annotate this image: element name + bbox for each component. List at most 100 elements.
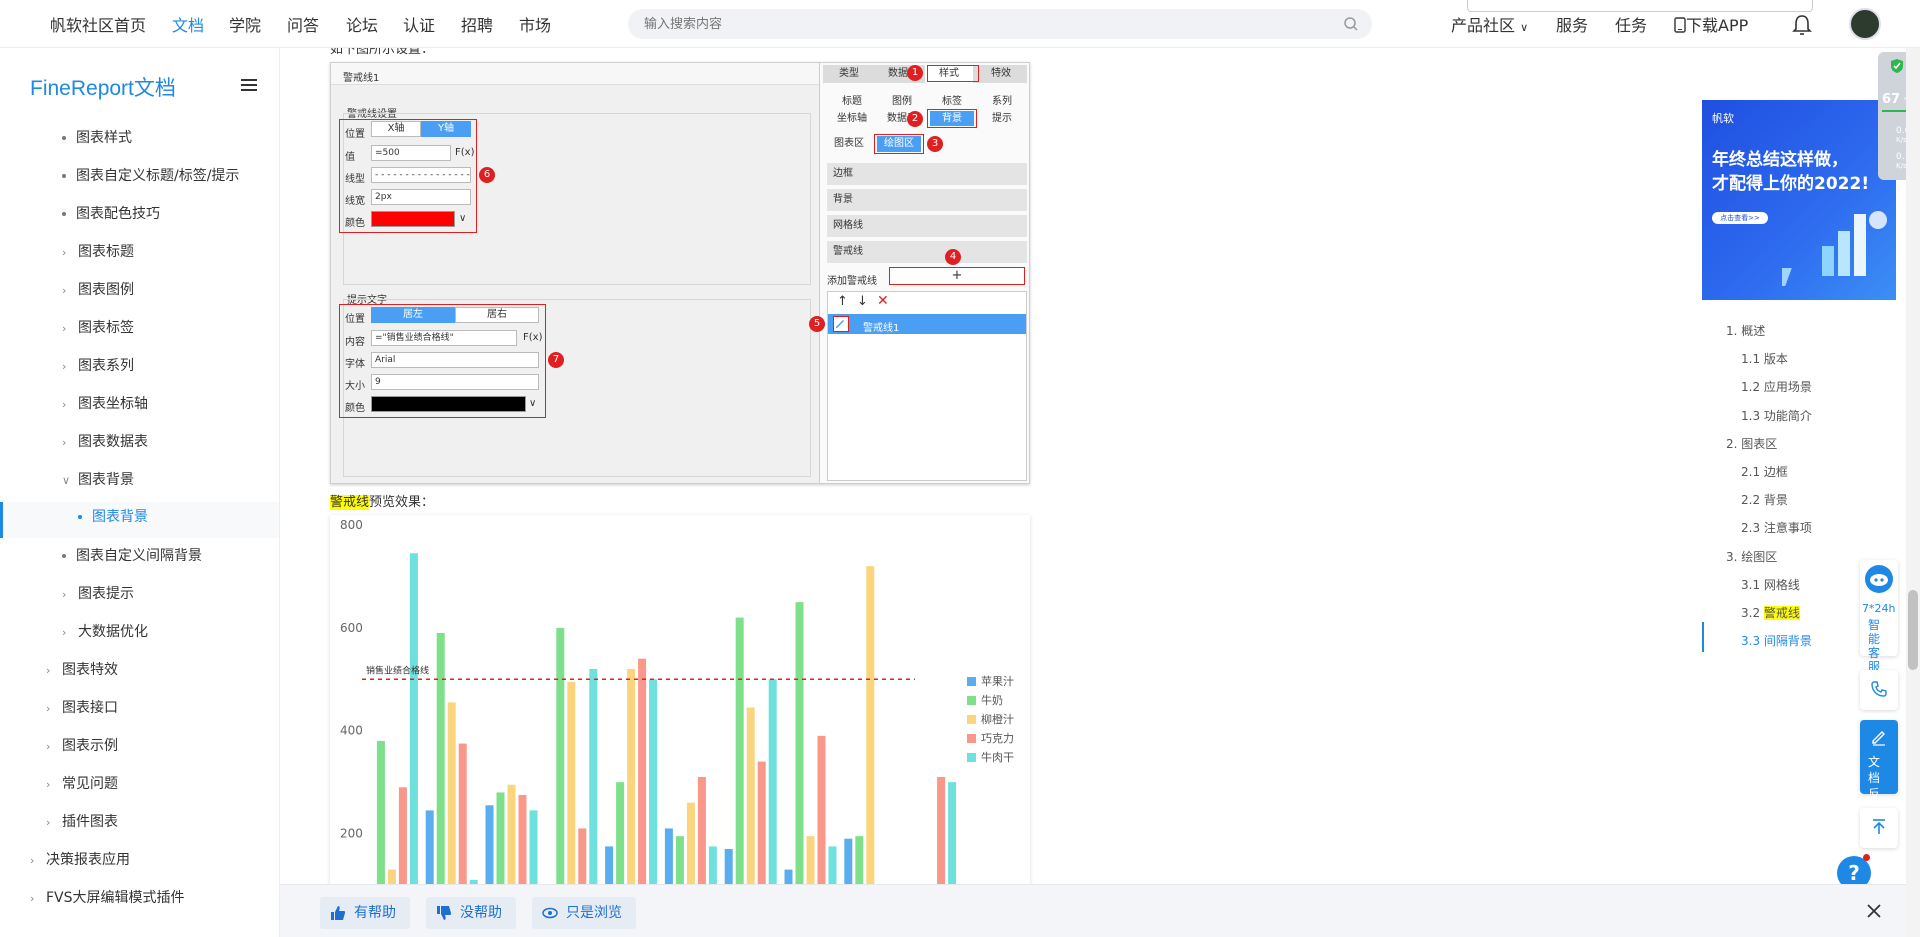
smart-service-button[interactable]: 7*24h 智能客服: [1860, 560, 1898, 674]
back-to-top-button[interactable]: [1860, 808, 1898, 848]
sidebar-item[interactable]: 图表配色技巧: [62, 203, 160, 223]
toc-item[interactable]: 2.3 注意事项: [1741, 519, 1812, 536]
pos-y-option[interactable]: Y轴: [421, 121, 471, 137]
value-field[interactable]: =500: [371, 145, 451, 161]
sidebar-item[interactable]: 图表自定义间隔背景: [62, 545, 202, 565]
not-helpful-button[interactable]: 没帮助: [426, 897, 516, 929]
toc-item[interactable]: 3. 绘图区: [1726, 548, 1777, 565]
move-up-icon[interactable]: ↑: [837, 294, 848, 309]
edit-icon[interactable]: [833, 316, 849, 332]
sidebar-item[interactable]: ∨ 图表背景: [62, 469, 134, 489]
ad-cta[interactable]: 点击查看>>: [1712, 212, 1768, 224]
search-input[interactable]: [642, 9, 1322, 39]
toc-item[interactable]: 1.2 应用场景: [1741, 378, 1812, 395]
sidebar-item[interactable]: › 插件图表: [46, 811, 118, 831]
nav-service[interactable]: 服务: [1556, 12, 1588, 36]
nav-qa[interactable]: 问答: [287, 12, 319, 36]
tab-effect[interactable]: 特效: [977, 65, 1025, 83]
just-browsing-button[interactable]: 只是浏览: [532, 897, 636, 929]
sidebar-item[interactable]: › 决策报表应用: [30, 849, 130, 869]
scrollbar-thumb[interactable]: [1908, 590, 1918, 670]
move-down-icon[interactable]: ↓: [857, 294, 868, 309]
section-warning-line[interactable]: 警戒线: [827, 241, 1027, 263]
linewidth-stepper[interactable]: 2px: [371, 189, 471, 205]
chevron-down-icon[interactable]: ∨: [529, 398, 536, 409]
subtab-axis[interactable]: 坐标轴: [827, 110, 877, 128]
subtab-legend[interactable]: 图例: [877, 93, 927, 111]
sidebar-item[interactable]: 图表自定义标题/标签/提示: [62, 165, 239, 185]
toc-item[interactable]: 1.1 版本: [1741, 350, 1788, 367]
menu-icon[interactable]: [241, 78, 257, 92]
section-background[interactable]: 背景: [827, 189, 1027, 211]
fx-button-2[interactable]: F(x): [523, 332, 542, 343]
sidebar-item[interactable]: › 图表数据表: [62, 431, 148, 451]
warn-line-color-swatch[interactable]: [371, 211, 455, 227]
pos-x-option[interactable]: X轴: [371, 121, 421, 137]
nav-product-community[interactable]: 产品社区 ∨: [1451, 12, 1528, 36]
nav-download-app[interactable]: 下载APP: [1674, 12, 1748, 36]
tip-color-swatch[interactable]: [371, 396, 526, 412]
doc-feedback-button[interactable]: 文档反馈: [1860, 720, 1898, 817]
search-box[interactable]: [628, 9, 1372, 39]
add-warning-button[interactable]: +: [889, 267, 1025, 285]
sidebar-item[interactable]: › 图表图例: [62, 279, 134, 299]
toc-item[interactable]: 3.2 警戒线: [1741, 604, 1800, 621]
linetype-select[interactable]: - - - - - - - - - - - - - - - -: [371, 167, 471, 183]
nav-tasks[interactable]: 任务: [1615, 12, 1647, 36]
sidebar-item[interactable]: › 图表接口: [46, 697, 118, 717]
toc-item[interactable]: 1. 概述: [1726, 322, 1765, 339]
nav-jobs[interactable]: 招聘: [461, 12, 493, 36]
toc-item[interactable]: 2.1 边框: [1741, 463, 1788, 480]
subtab-series[interactable]: 系列: [977, 93, 1027, 111]
fx-button[interactable]: F(x): [455, 147, 474, 158]
bullet-dot-icon: [62, 554, 66, 558]
toc-item[interactable]: 2. 图表区: [1726, 435, 1777, 452]
subtab-tooltip[interactable]: 提示: [977, 110, 1027, 128]
bar: [589, 669, 598, 885]
tip-pos-right[interactable]: 居右: [455, 307, 539, 323]
page-scrollbar[interactable]: [1906, 48, 1920, 937]
nav-academy[interactable]: 学院: [229, 12, 261, 36]
delete-icon[interactable]: ✕: [877, 293, 889, 309]
bell-icon[interactable]: [1792, 14, 1812, 36]
font-select[interactable]: Arial: [371, 352, 539, 368]
nav-docs[interactable]: 文档: [172, 12, 204, 36]
sidebar-item[interactable]: › 大数据优化: [62, 621, 148, 641]
sidebar-item[interactable]: 图表样式: [62, 127, 132, 147]
nav-forum[interactable]: 论坛: [346, 12, 378, 36]
nav-market[interactable]: 市场: [519, 12, 551, 36]
sidebar-item[interactable]: › 图表示例: [46, 735, 118, 755]
content-field[interactable]: ="销售业绩合格线": [371, 330, 517, 346]
nav-home[interactable]: 帆软社区首页: [50, 12, 146, 36]
nav-certification[interactable]: 认证: [403, 12, 435, 36]
sidebar-item[interactable]: › 图表系列: [62, 355, 134, 375]
warning-list-item[interactable]: [828, 314, 1026, 334]
tip-pos-left[interactable]: 居左: [371, 307, 455, 323]
sidebar-item[interactable]: › 图表坐标轴: [62, 393, 148, 413]
toc-item[interactable]: 3.3 间隔背景: [1741, 632, 1812, 649]
toc-item[interactable]: 3.1 网格线: [1741, 576, 1800, 593]
tab-type[interactable]: 类型: [825, 65, 873, 83]
area-chart-tab[interactable]: 图表区: [827, 135, 871, 153]
sidebar-item[interactable]: › 常见问题: [46, 773, 118, 793]
section-border[interactable]: 边框: [827, 163, 1027, 185]
size-select[interactable]: 9: [371, 374, 539, 390]
close-icon[interactable]: [1866, 903, 1882, 919]
section-gridline[interactable]: 网格线: [827, 215, 1027, 237]
sidebar-item[interactable]: › 图表标签: [62, 317, 134, 337]
sidebar-item[interactable]: › FVS大屏编辑模式插件: [30, 887, 185, 907]
search-icon[interactable]: [1342, 15, 1360, 33]
sidebar-brand[interactable]: FineReport文档: [30, 72, 176, 102]
sidebar-item[interactable]: › 图表提示: [62, 583, 134, 603]
sidebar-item[interactable]: › 图表标题: [62, 241, 134, 261]
subtab-title[interactable]: 标题: [827, 93, 877, 111]
promo-banner[interactable]: 帆软 年终总结这样做， 才配得上你的2022! 点击查看>>: [1702, 100, 1896, 300]
helpful-button[interactable]: 有帮助: [320, 897, 410, 929]
toc-item[interactable]: 1.3 功能简介: [1741, 407, 1812, 424]
sidebar-item[interactable]: 图表背景: [78, 506, 148, 526]
chevron-down-icon[interactable]: ∨: [459, 213, 466, 224]
toc-item[interactable]: 2.2 背景: [1741, 491, 1788, 508]
phone-button[interactable]: [1860, 670, 1898, 710]
user-avatar[interactable]: [1849, 8, 1881, 40]
sidebar-item[interactable]: › 图表特效: [46, 659, 118, 679]
